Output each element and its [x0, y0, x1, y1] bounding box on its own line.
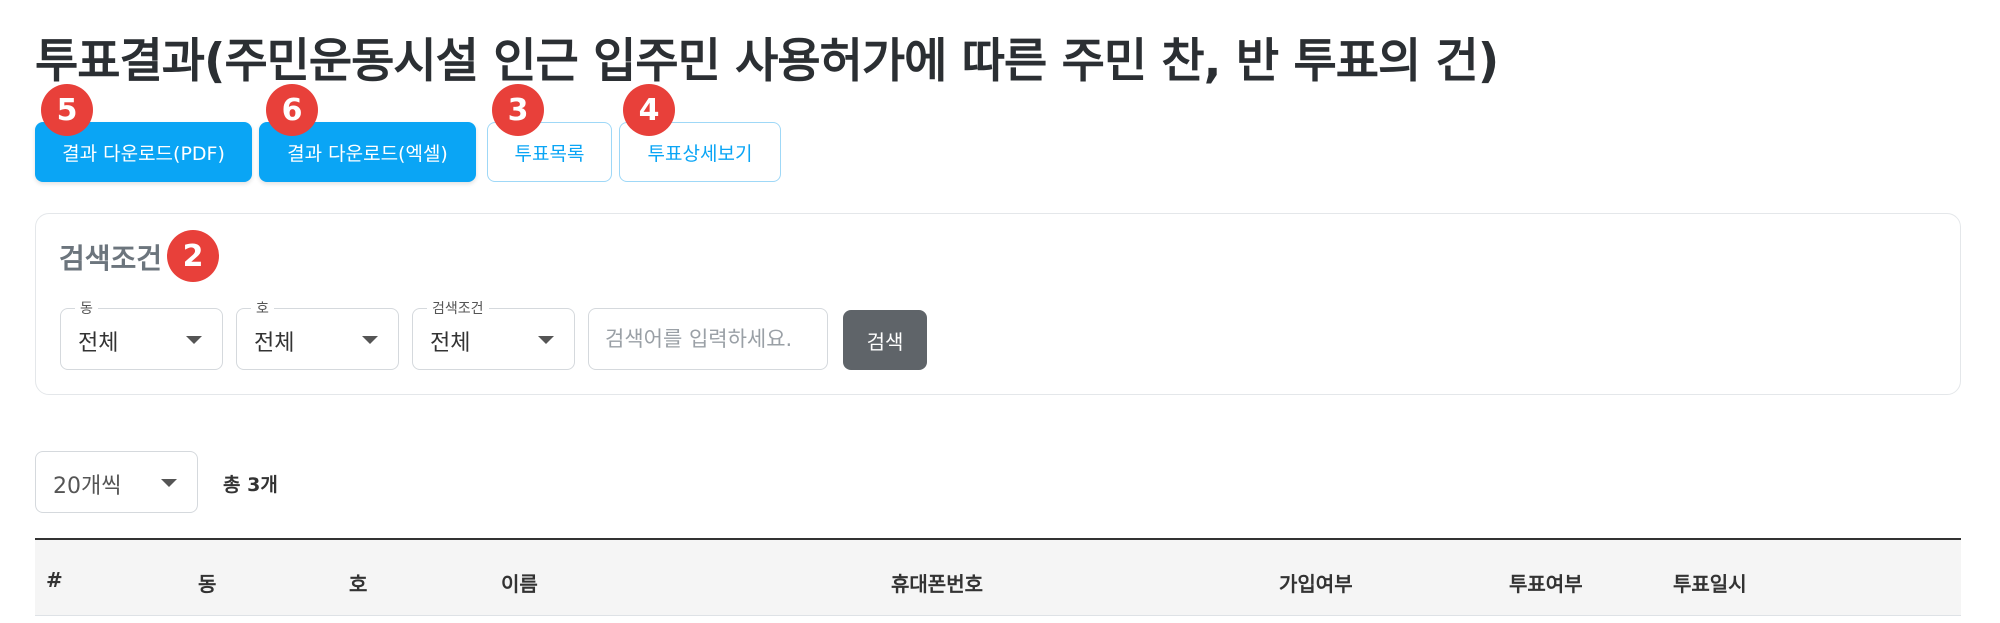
annotation-marker-3: 3	[492, 84, 544, 136]
search-condition-select[interactable]: 검색조건 전체	[412, 298, 575, 370]
column-header-phone[interactable]: 휴대폰번호	[891, 568, 983, 597]
column-header-index[interactable]: #	[46, 568, 63, 592]
annotation-marker-2: 2	[167, 230, 219, 282]
search-panel-title: 검색조건	[59, 242, 163, 275]
column-header-dong[interactable]: 동	[198, 568, 216, 597]
ho-select[interactable]: 호 전체	[236, 298, 399, 370]
column-header-vote-time[interactable]: 투표일시	[1673, 568, 1747, 597]
table-header: # 동 호 이름 휴대폰번호 가입여부 투표여부 투표일시	[35, 538, 1961, 616]
caret-down-icon	[362, 336, 378, 344]
total-count: 총 3개	[223, 474, 278, 496]
caret-down-icon	[186, 336, 202, 344]
search-condition-value: 전체	[430, 331, 471, 356]
dong-select[interactable]: 동 전체	[60, 298, 223, 370]
annotation-marker-4: 4	[623, 84, 675, 136]
dong-select-value: 전체	[78, 331, 119, 356]
ho-select-value: 전체	[254, 331, 295, 356]
column-header-voted[interactable]: 투표여부	[1509, 568, 1583, 597]
page-title: 투표결과(주민운동시설 인근 입주민 사용허가에 따른 주민 찬, 반 투표의 …	[35, 34, 1499, 89]
per-page-select[interactable]: 20개씩	[35, 451, 198, 513]
column-header-joined[interactable]: 가입여부	[1279, 568, 1353, 597]
dong-select-label: 동	[75, 298, 98, 318]
annotation-marker-5: 5	[41, 84, 93, 136]
caret-down-icon	[161, 479, 177, 487]
column-header-name[interactable]: 이름	[501, 568, 538, 597]
column-header-ho[interactable]: 호	[349, 568, 367, 597]
search-condition-label: 검색조건	[427, 298, 489, 318]
per-page-value: 20개씩	[53, 474, 122, 499]
caret-down-icon	[538, 336, 554, 344]
annotation-marker-6: 6	[266, 84, 318, 136]
ho-select-label: 호	[251, 298, 274, 318]
search-button[interactable]: 검색	[843, 310, 927, 370]
search-input[interactable]	[588, 308, 828, 370]
vote-result-page: 투표결과(주민운동시설 인근 입주민 사용허가에 따른 주민 찬, 반 투표의 …	[0, 0, 2000, 623]
